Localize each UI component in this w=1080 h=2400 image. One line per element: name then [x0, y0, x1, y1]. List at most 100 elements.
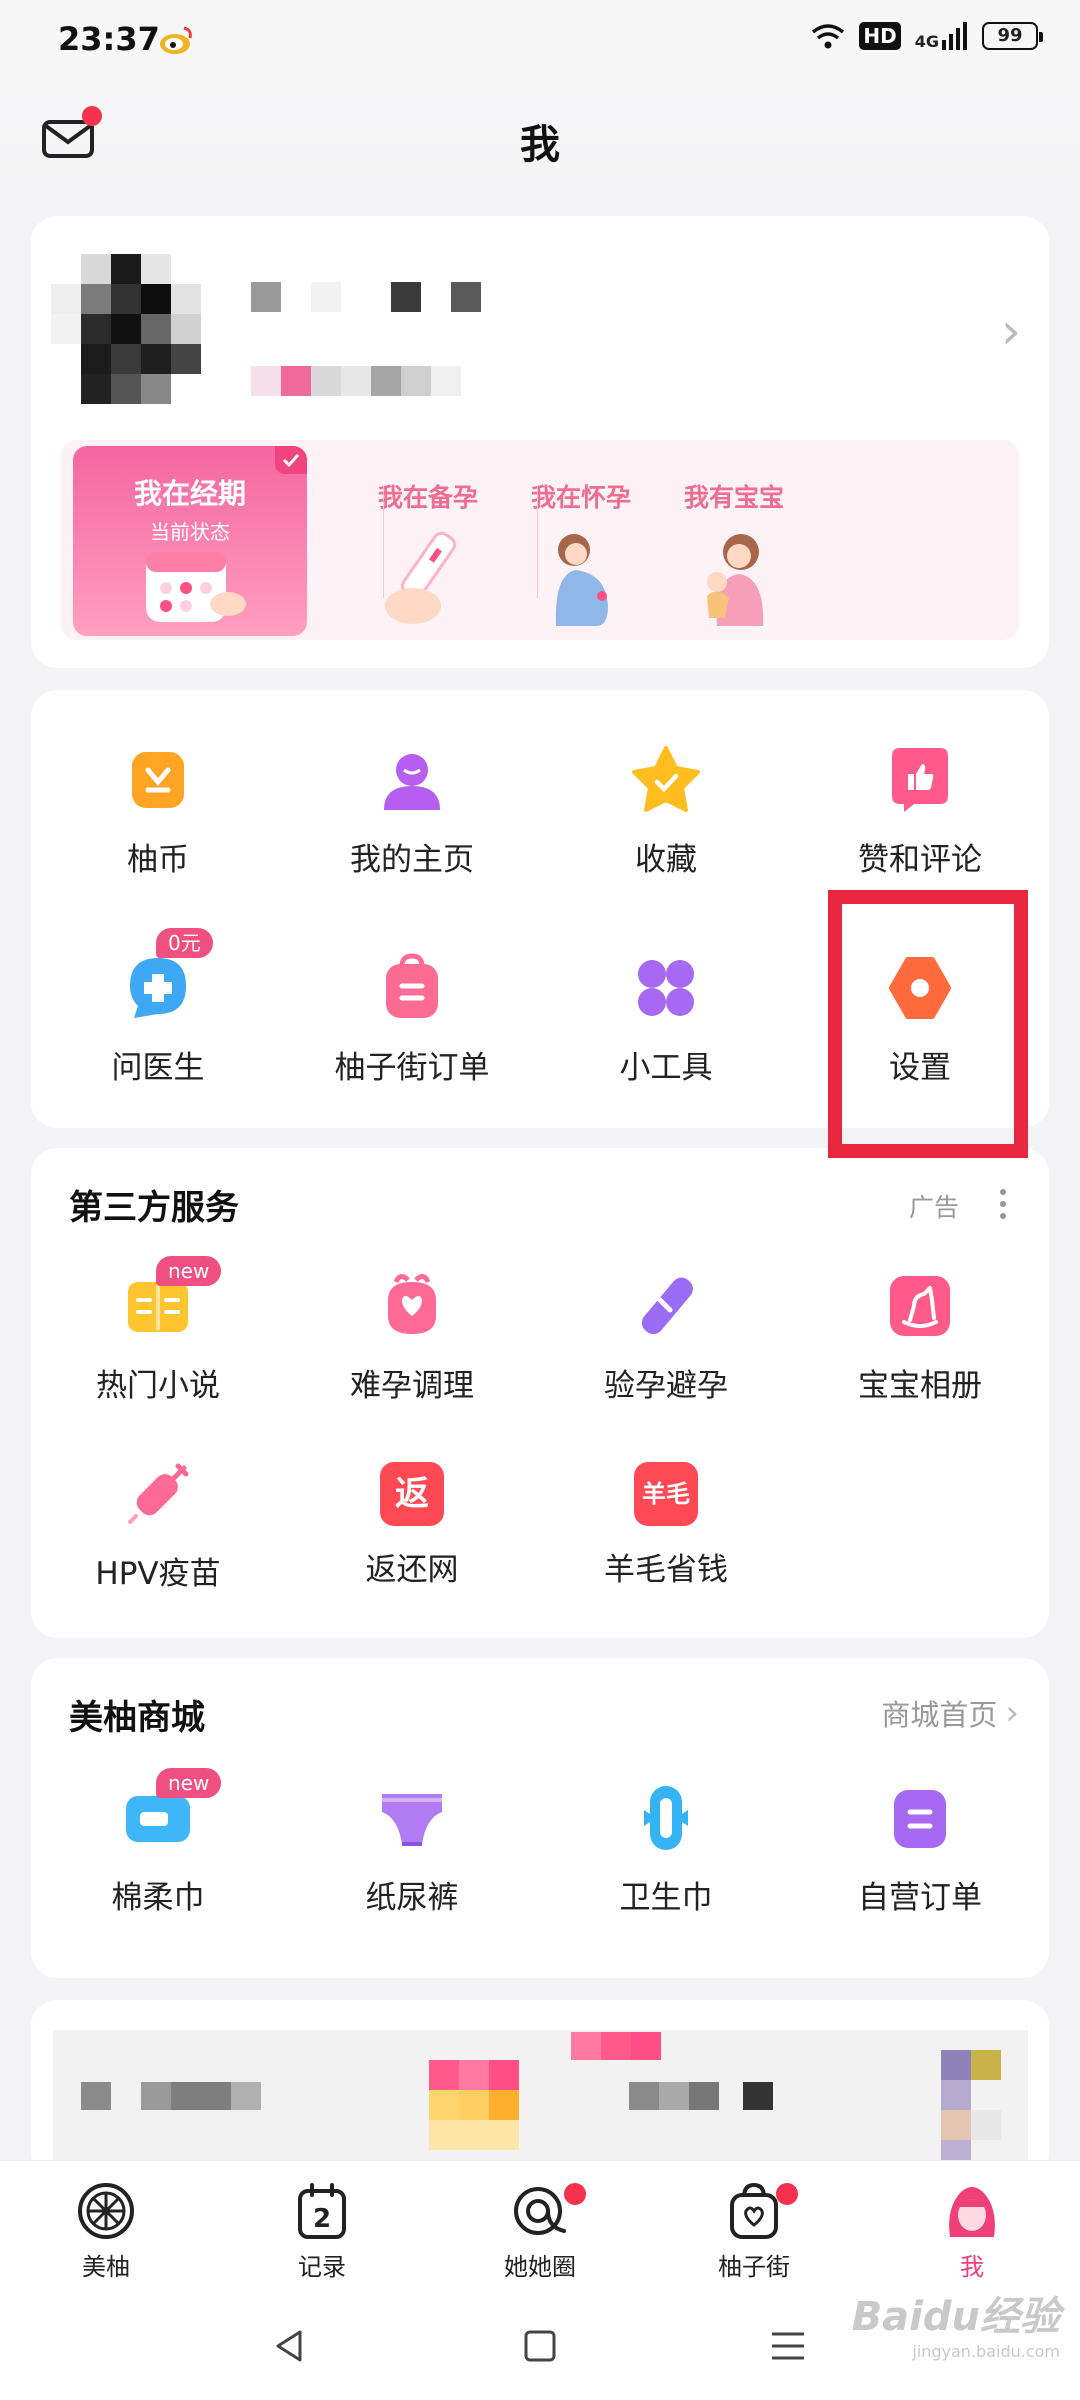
status-time: 23:37: [58, 20, 160, 58]
calendar-art-icon: [146, 552, 246, 622]
annotation-highlight-box: [828, 890, 1028, 1158]
menu-item-shop-orders[interactable]: 柚子街订单: [285, 952, 539, 1087]
mall-item-label: 自营订单: [858, 1880, 982, 1916]
notification-dot: [776, 2183, 798, 2205]
community-icon: [514, 2187, 566, 2235]
person-icon: [384, 754, 440, 810]
nav-home-icon[interactable]: [520, 2326, 560, 2366]
free-badge: 0元: [156, 928, 213, 958]
tab-label: 柚子街: [718, 2253, 790, 2281]
mall-item-self-orders[interactable]: 自营订单: [793, 1782, 1047, 1917]
mall-item-cotton-towel[interactable]: 棉柔巾 new: [31, 1768, 285, 1917]
service-item-baby-album[interactable]: 宝宝相册: [793, 1270, 1047, 1405]
pregnant-woman-art-icon: [555, 534, 608, 626]
service-item-label: 返还网: [365, 1552, 459, 1588]
cashback-icon: 返: [380, 1462, 444, 1526]
tab-label: 记录: [298, 2253, 346, 2281]
profile-card: › 我在经期 当前状态 我在备孕 我在怀孕 我有宝宝: [31, 216, 1049, 668]
tab-record[interactable]: 2 记录: [252, 2179, 392, 2282]
username-redacted: [251, 282, 481, 312]
menu-item-label: 小工具: [619, 1050, 713, 1086]
service-item-label: 羊毛省钱: [604, 1552, 728, 1588]
notification-dot: [564, 2183, 586, 2205]
third-party-services-card: 第三方服务 广告 热门小说 new 难孕调理 验孕避孕 宝宝相册 HPV疫苗 返…: [31, 1148, 1049, 1638]
meiyou-logo-icon: [78, 2183, 134, 2239]
mall-item-sanitary-pad[interactable]: 卫生巾: [539, 1782, 793, 1917]
stage-has-baby[interactable]: 我有宝宝: [617, 446, 851, 636]
baidu-jingyan-watermark: Baidu经验 jingyan.baidu.com: [852, 2284, 1060, 2361]
stage-period[interactable]: 我在经期 当前状态: [73, 446, 307, 636]
tab-me[interactable]: 我: [902, 2179, 1042, 2282]
thumb-up-icon: [892, 748, 948, 812]
nav-back-icon[interactable]: [270, 2326, 310, 2366]
service-item-label: 难孕调理: [350, 1368, 474, 1404]
mall-card: 美柚商城 商城首页 › 棉柔巾 new 纸尿裤 卫生巾 自营订单: [31, 1658, 1049, 1978]
chevron-right-icon[interactable]: ›: [1001, 302, 1021, 360]
mall-item-label: 纸尿裤: [365, 1880, 459, 1916]
watermark-logo: Baidu经验: [851, 2294, 1060, 2340]
bottom-tab-bar: 美柚 2 记录 她她圈 柚子街 我: [0, 2160, 1080, 2290]
service-item-novel[interactable]: 热门小说 new: [31, 1256, 285, 1405]
cashback-glyph: 返: [395, 1474, 429, 1514]
tab-meiyou[interactable]: 美柚: [36, 2179, 176, 2282]
banner-image-redacted: [53, 2030, 1028, 2180]
mall-home-link[interactable]: 商城首页 ›: [881, 1692, 1019, 1734]
section-title: 第三方服务: [69, 1188, 239, 1228]
service-item-label: 验孕避孕: [604, 1368, 728, 1404]
user-id-redacted: [251, 366, 461, 396]
service-item-cashback[interactable]: 返 返还网: [285, 1458, 539, 1589]
doctor-chat-icon: [130, 958, 186, 1018]
vaccine-syringe-icon: [128, 1463, 189, 1524]
menu-item-my-homepage[interactable]: 我的主页: [285, 744, 539, 879]
weibo-icon: [160, 26, 192, 54]
tab-community[interactable]: 她她圈: [470, 2179, 610, 2282]
mall-item-diaper[interactable]: 纸尿裤: [285, 1782, 539, 1917]
chevron-right-icon: ›: [1005, 1693, 1019, 1733]
calendar-day: 2: [313, 2204, 331, 2234]
stage-baby-label: 我有宝宝: [683, 483, 784, 512]
tab-shop-street[interactable]: 柚子街: [684, 2179, 824, 2282]
more-vertical-icon[interactable]: [997, 1186, 1009, 1222]
check-icon: [275, 446, 307, 474]
mall-home-label: 商城首页: [881, 1698, 998, 1732]
mother-baby-art-icon: [707, 534, 764, 626]
new-badge: new: [156, 1256, 222, 1286]
service-item-label: HPV疫苗: [95, 1556, 221, 1592]
wifi-icon: [812, 24, 845, 49]
stage-period-label: 我在经期: [133, 477, 246, 510]
pregnancy-test-icon: [641, 1277, 693, 1335]
menu-item-yoyo-coin[interactable]: 柚币: [31, 744, 285, 879]
menu-item-tools[interactable]: 小工具: [539, 952, 793, 1087]
menu-item-ask-doctor[interactable]: 问医生 0元: [31, 928, 285, 1087]
page-title: 我: [520, 122, 560, 168]
header: 我: [0, 82, 1080, 200]
tab-label: 美柚: [82, 2253, 130, 2281]
menu-item-label: 柚币: [127, 842, 189, 878]
divider: [537, 486, 538, 598]
menu-item-label: 我的主页: [350, 842, 474, 878]
service-item-hpv-vaccine[interactable]: HPV疫苗: [31, 1458, 285, 1593]
menu-item-label: 赞和评论: [858, 842, 982, 878]
mall-item-label: 卫生巾: [619, 1880, 713, 1916]
avatar[interactable]: [51, 254, 231, 414]
service-item-fertility-care[interactable]: 难孕调理: [285, 1270, 539, 1405]
rocking-horse-icon: [890, 1276, 950, 1336]
mall-item-label: 棉柔巾: [111, 1880, 205, 1916]
menu-item-favorites[interactable]: 收藏: [539, 744, 793, 879]
menu-item-label: 收藏: [635, 842, 697, 878]
save-money-icon: 羊毛: [634, 1462, 698, 1526]
promo-banner[interactable]: [31, 2000, 1049, 2180]
service-item-save-money[interactable]: 羊毛 羊毛省钱: [539, 1458, 793, 1589]
watermark-url: jingyan.baidu.com: [912, 2342, 1060, 2361]
fertility-care-icon: [388, 1274, 436, 1334]
battery-indicator: 99: [982, 22, 1043, 50]
nav-menu-icon[interactable]: [768, 2326, 808, 2366]
ad-label: 广告: [908, 1193, 959, 1222]
me-avatar-icon: [949, 2187, 995, 2237]
hd-badge: HD: [859, 22, 901, 50]
divider: [383, 486, 384, 598]
menu-item-likes-comments[interactable]: 赞和评论: [793, 744, 1047, 879]
star-icon: [632, 746, 700, 812]
service-item-pregnancy-test[interactable]: 验孕避孕: [539, 1270, 793, 1405]
life-stage-selector: 我在经期 当前状态 我在备孕 我在怀孕 我有宝宝: [61, 440, 1019, 640]
